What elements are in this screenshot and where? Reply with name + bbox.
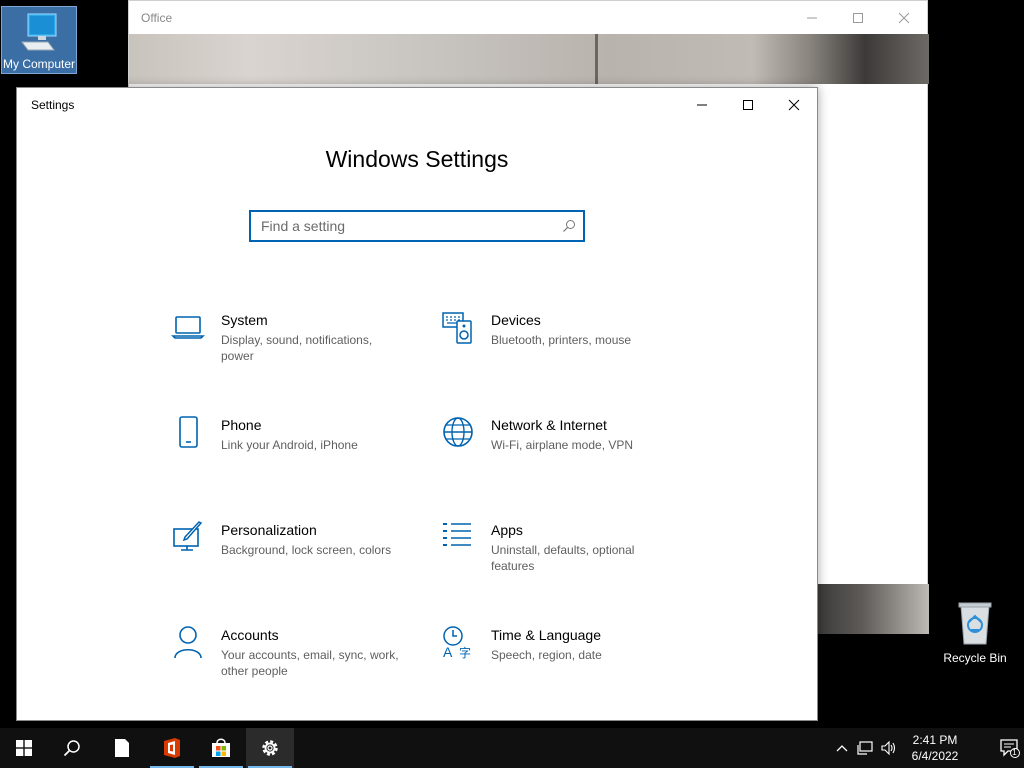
minimize-icon — [697, 104, 707, 105]
svg-text:A: A — [443, 644, 453, 659]
category-description: Bluetooth, printers, mouse — [491, 333, 632, 347]
start-button[interactable] — [0, 728, 48, 768]
category-description: Background, lock screen, colors — [221, 543, 392, 557]
category-title: System — [221, 312, 268, 328]
speaker-icon — [881, 741, 896, 755]
taskbar-search-button[interactable] — [48, 728, 96, 768]
settings-category-devices[interactable]: Devices Bluetooth, printers, mouse — [441, 310, 671, 380]
office-maximize-button[interactable] — [835, 1, 881, 34]
category-description: Wi-Fi, airplane mode, VPN — [491, 438, 634, 452]
category-description: Display, sound, notifications, power — [221, 333, 373, 363]
category-description: Your accounts, email, sync, work, other … — [221, 648, 399, 678]
page-title: Windows Settings — [325, 146, 509, 172]
category-title: Network & Internet — [491, 417, 607, 433]
maximize-icon — [853, 12, 863, 23]
system-tray: 2:41 PM 6/4/2022 1 — [824, 728, 1024, 768]
network-icon — [857, 741, 873, 755]
taskbar-file-button[interactable] — [98, 728, 146, 768]
search-icon[interactable] — [555, 219, 583, 233]
my-computer-label: My Computer — [2, 57, 76, 71]
close-icon — [898, 12, 910, 23]
settings-maximize-button[interactable] — [725, 88, 771, 121]
category-title: Devices — [491, 312, 541, 328]
taskbar-settings-button[interactable] — [246, 728, 294, 768]
keyboard-speaker-icon — [441, 310, 475, 344]
network-tray-button[interactable] — [854, 728, 876, 768]
globe-icon — [441, 415, 475, 449]
recycle-bin-icon — [958, 602, 992, 645]
category-description: Link your Android, iPhone — [221, 438, 358, 452]
settings-category-system[interactable]: System Display, sound, notifications, po… — [171, 310, 401, 380]
settings-gear-icon — [262, 740, 278, 756]
search-icon — [63, 740, 80, 757]
recycle-bin-desktop-icon[interactable]: Recycle Bin — [937, 600, 1013, 665]
chevron-up-icon — [836, 745, 848, 752]
category-title: Time & Language — [491, 627, 601, 643]
action-center-button[interactable]: 1 — [996, 728, 1024, 768]
notification-count-badge: 1 — [1012, 748, 1017, 757]
settings-category-personalization[interactable]: Personalization Background, lock screen,… — [171, 520, 401, 590]
settings-minimize-button[interactable] — [679, 88, 725, 121]
clock[interactable]: 2:41 PM 6/4/2022 — [904, 732, 966, 764]
file-icon — [115, 739, 129, 757]
my-computer-desktop-icon[interactable]: My Computer — [1, 6, 77, 74]
category-description: Uninstall, defaults, optional features — [491, 543, 635, 573]
store-icon — [212, 738, 230, 757]
settings-category-network[interactable]: Network & Internet Wi-Fi, airplane mode,… — [441, 415, 671, 485]
close-icon — [788, 99, 800, 110]
taskbar-office-button[interactable] — [148, 728, 196, 768]
settings-window-controls — [679, 88, 817, 121]
category-title: Phone — [221, 417, 262, 433]
office-minimize-button[interactable] — [789, 1, 835, 34]
office-banner-image — [129, 34, 929, 84]
office-window-controls — [789, 1, 927, 34]
settings-category-phone[interactable]: Phone Link your Android, iPhone — [171, 415, 401, 485]
maximize-icon — [743, 99, 753, 110]
minimize-icon — [807, 17, 817, 18]
category-title: Personalization — [221, 522, 317, 538]
search-input[interactable] — [251, 212, 555, 240]
settings-category-apps[interactable]: Apps Uninstall, defaults, optional featu… — [441, 520, 671, 590]
settings-close-button[interactable] — [771, 88, 817, 121]
office-icon — [164, 738, 180, 758]
taskbar: 2:41 PM 6/4/2022 1 — [0, 728, 1024, 768]
office-close-button[interactable] — [881, 1, 927, 34]
category-description: Speech, region, date — [491, 648, 602, 662]
settings-category-accounts[interactable]: Accounts Your accounts, email, sync, wor… — [171, 625, 401, 695]
category-title: Accounts — [221, 627, 279, 643]
settings-window[interactable]: Settings Windows Settings System — [16, 87, 818, 721]
volume-tray-button[interactable] — [878, 728, 900, 768]
phone-icon — [171, 415, 205, 449]
paint-brush-icon — [171, 520, 205, 554]
desktop: My Computer Office Recycle Bin Settings … — [0, 0, 1024, 728]
laptop-icon — [171, 310, 205, 344]
start-icon — [16, 740, 32, 756]
computer-icon — [21, 13, 57, 51]
person-icon — [171, 625, 205, 659]
clock-time: 2:41 PM — [912, 733, 958, 747]
settings-category-time-language[interactable]: A字 Time & Language Speech, region, date — [441, 625, 671, 695]
category-title: Apps — [491, 522, 523, 538]
search-box[interactable] — [249, 210, 585, 242]
office-banner-image-bottom — [818, 584, 929, 634]
recycle-bin-label: Recycle Bin — [943, 651, 1007, 665]
list-icon — [441, 520, 475, 554]
show-hidden-icons-button[interactable] — [832, 728, 852, 768]
clock-date: 6/4/2022 — [911, 749, 959, 763]
time-language-icon: A字 — [441, 625, 475, 659]
taskbar-store-button[interactable] — [197, 728, 245, 768]
svg-text:字: 字 — [459, 645, 471, 659]
